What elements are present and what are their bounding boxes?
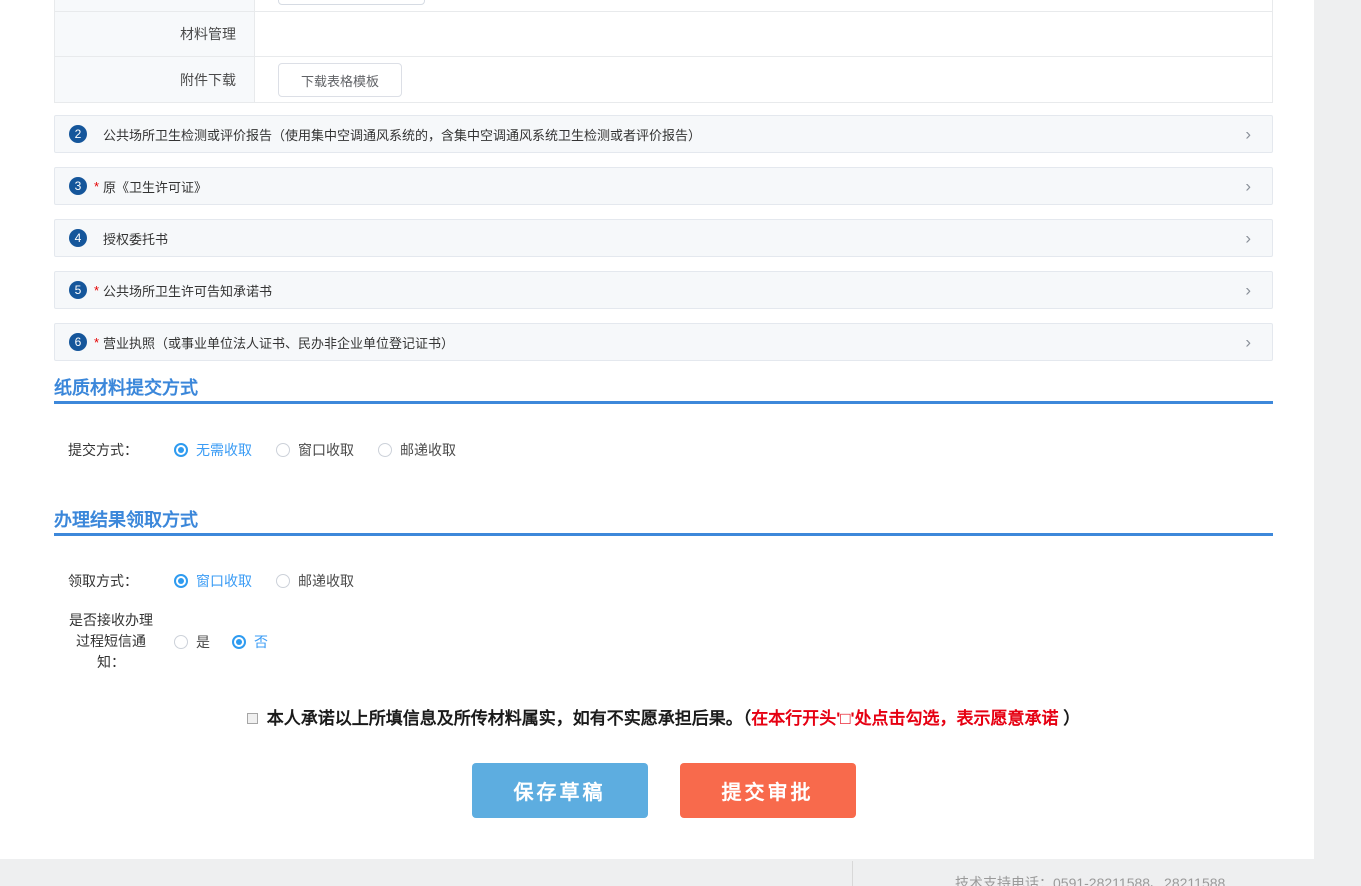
radio-selected-icon[interactable] (232, 635, 246, 649)
radio-selected-icon[interactable] (174, 574, 188, 588)
chevron-right-icon[interactable]: › (1245, 178, 1251, 195)
radio-unselected-icon[interactable] (174, 635, 188, 649)
footer-divider (852, 861, 853, 886)
footer-support-phone: 技术支持电话：0591-28211588、28211588 (955, 873, 1225, 886)
sms-notify-label: 是否接收办理过程短信通知： (67, 610, 155, 673)
table-row: 材料管理 (55, 12, 1272, 57)
radio-mail-collect[interactable]: 邮递收取 (378, 440, 456, 460)
item-number-badge: 2 (69, 125, 87, 143)
pickup-method-label: 领取方式： (68, 571, 168, 591)
material-item-label: 营业执照（或事业单位法人证书、民办非企业单位登记证书） (103, 333, 454, 352)
table-row: 附件下载 下载表格模板 (55, 57, 1272, 103)
radio-window-pickup[interactable]: 窗口收取 (174, 571, 252, 591)
radio-label[interactable]: 窗口收取 (298, 440, 354, 460)
paper-section-title: 纸质材料提交方式 (54, 374, 198, 400)
radio-label[interactable]: 邮递收取 (400, 440, 456, 460)
material-manage-label: 材料管理 (55, 12, 255, 56)
table-row-content (255, 0, 1272, 11)
radio-window-collect[interactable]: 窗口收取 (276, 440, 354, 460)
upload-table: 材料管理 附件下载 下载表格模板 (54, 0, 1273, 103)
table-row-truncated (55, 0, 1272, 12)
screen: 材料管理 附件下载 下载表格模板 2 公共场所卫生检测或评价报告（使用集中空调通… (0, 0, 1361, 886)
material-item-2[interactable]: 2 公共场所卫生检测或评价报告（使用集中空调通风系统的，含集中空调通风系统卫生检… (54, 115, 1273, 153)
chevron-right-icon[interactable]: › (1245, 126, 1251, 143)
radio-sms-no[interactable]: 否 (232, 632, 268, 652)
item-number-badge: 6 (69, 333, 87, 351)
material-item-6[interactable]: 6 * 营业执照（或事业单位法人证书、民办非企业单位登记证书） › (54, 323, 1273, 361)
required-star: * (94, 335, 101, 350)
chevron-right-icon[interactable]: › (1245, 230, 1251, 247)
promise-text-close: ） (1063, 709, 1080, 728)
chevron-right-icon[interactable]: › (1245, 334, 1251, 351)
attachment-download-label: 附件下载 (55, 57, 255, 102)
radio-label[interactable]: 无需收取 (196, 440, 252, 460)
radio-label[interactable]: 否 (254, 632, 268, 652)
material-item-label: 授权委托书 (103, 229, 168, 248)
radio-selected-icon[interactable] (174, 443, 188, 457)
promise-checkbox[interactable] (247, 713, 258, 724)
radio-unselected-icon[interactable] (276, 443, 290, 457)
submit-method-row: 提交方式： 无需收取 窗口收取 邮递收取 (68, 440, 456, 460)
submit-approval-button[interactable]: 提交审批 (680, 763, 856, 818)
promise-statement: 本人承诺以上所填信息及所传材料属实，如有不实愿承担后果。（在本行开头'□'处点击… (54, 704, 1273, 729)
promise-text: 本人承诺以上所填信息及所传材料属实，如有不实愿承担后果。（ (267, 709, 752, 728)
required-star: * (94, 179, 101, 194)
radio-label[interactable]: 邮递收取 (298, 571, 354, 591)
section-underline (54, 533, 1273, 536)
item-number-badge: 5 (69, 281, 87, 299)
material-item-label: 公共场所卫生检测或评价报告（使用集中空调通风系统的，含集中空调通风系统卫生检测或… (103, 125, 701, 144)
radio-unselected-icon[interactable] (276, 574, 290, 588)
form-page: 材料管理 附件下载 下载表格模板 2 公共场所卫生检测或评价报告（使用集中空调通… (0, 0, 1314, 859)
truncated-input[interactable] (278, 0, 425, 5)
result-section-title: 办理结果领取方式 (54, 506, 198, 532)
submit-method-label: 提交方式： (68, 440, 168, 460)
table-row-content (255, 12, 1272, 56)
save-draft-button[interactable]: 保存草稿 (472, 763, 648, 818)
promise-text-red: 在本行开头'□'处点击勾选，表示愿意承诺 (751, 709, 1063, 728)
radio-no-collect[interactable]: 无需收取 (174, 440, 252, 460)
material-item-4[interactable]: 4 授权委托书 › (54, 219, 1273, 257)
item-number-badge: 4 (69, 229, 87, 247)
radio-sms-yes[interactable]: 是 (174, 632, 210, 652)
material-item-5[interactable]: 5 * 公共场所卫生许可告知承诺书 › (54, 271, 1273, 309)
sms-notify-row: 是 否 (174, 632, 268, 652)
table-row-content: 下载表格模板 (255, 57, 1272, 102)
pickup-method-row: 领取方式： 窗口收取 邮递收取 (68, 571, 354, 591)
radio-label[interactable]: 窗口收取 (196, 571, 252, 591)
section-underline (54, 401, 1273, 404)
radio-mail-pickup[interactable]: 邮递收取 (276, 571, 354, 591)
material-item-label: 公共场所卫生许可告知承诺书 (103, 281, 272, 300)
item-number-badge: 3 (69, 177, 87, 195)
material-item-label: 原《卫生许可证》 (103, 177, 207, 196)
download-template-button[interactable]: 下载表格模板 (278, 63, 402, 97)
required-star: * (94, 283, 101, 298)
chevron-right-icon[interactable]: › (1245, 282, 1251, 299)
radio-label[interactable]: 是 (196, 632, 210, 652)
material-item-3[interactable]: 3 * 原《卫生许可证》 › (54, 167, 1273, 205)
action-buttons: 保存草稿 提交审批 (54, 763, 1273, 818)
table-row-label (55, 0, 255, 11)
radio-unselected-icon[interactable] (378, 443, 392, 457)
